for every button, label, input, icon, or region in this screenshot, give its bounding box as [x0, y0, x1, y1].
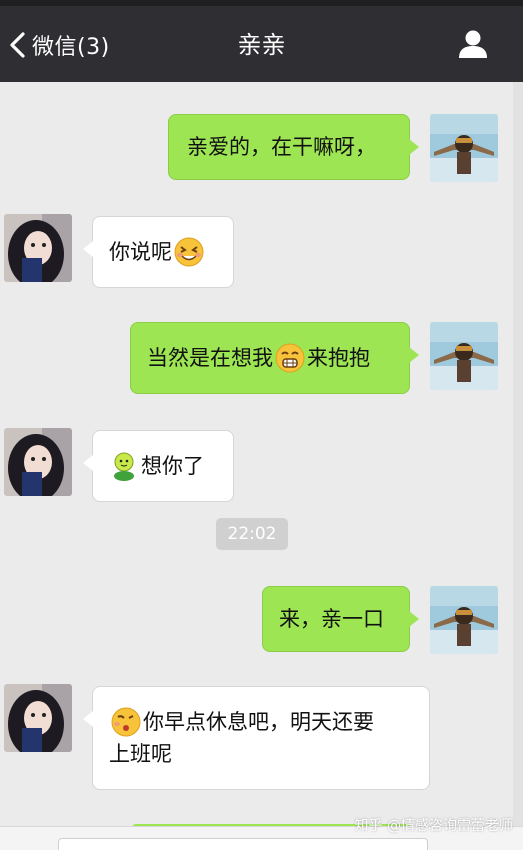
message-text: 亲爱的，在干嘛呀， [187, 135, 376, 159]
contact-profile-icon[interactable] [457, 28, 489, 60]
my-avatar[interactable] [430, 586, 498, 654]
kissing-emoji-icon [111, 707, 141, 737]
message-bubble-received[interactable]: 想你了 [83, 430, 234, 502]
smiling-heart-eyes-emoji-icon [174, 237, 204, 267]
watermark: 知乎 @情感咨询雷蕾老师 [354, 818, 513, 834]
contact-avatar-image [4, 428, 72, 496]
message-text: 想你了 [141, 454, 204, 478]
message-bubble-received[interactable]: 你说呢 [83, 216, 234, 288]
grinning-emoji-icon [275, 343, 305, 373]
scroll-gutter [513, 82, 523, 850]
message-text-line1: 你早点休息吧，明天还要 [143, 710, 374, 734]
message-text-before: 当然是在想我 [147, 346, 273, 370]
my-avatar-image [430, 114, 498, 182]
message-text-line2: 上班呢 [109, 742, 172, 766]
my-avatar-image [430, 586, 498, 654]
chat-title: 亲亲 [237, 31, 286, 59]
message-bubble-sent[interactable]: 来，亲一口 [262, 586, 419, 652]
message-text: 来，亲一口 [279, 607, 384, 631]
my-avatar[interactable] [430, 322, 498, 390]
message-text-after: 来抱抱 [307, 346, 370, 370]
message-text: 你说呢 [109, 240, 172, 264]
message-bubble-received[interactable]: 你早点休息吧，明天还要 上班呢 [83, 686, 430, 790]
message-bubble-sent[interactable]: 当然是在想我 来抱抱 [130, 322, 419, 394]
contact-avatar[interactable] [4, 428, 72, 496]
message-input[interactable] [58, 838, 428, 850]
status-bar [0, 0, 523, 6]
my-avatar-image [430, 322, 498, 390]
message-bubble-sent[interactable]: 亲爱的，在干嘛呀， [168, 114, 419, 180]
timestamp-badge: 22:02 [216, 518, 288, 550]
contact-avatar[interactable] [4, 214, 72, 282]
chat-header: 微信(3) 亲亲 [0, 0, 523, 82]
contact-avatar-image [4, 214, 72, 282]
contact-avatar[interactable] [4, 684, 72, 752]
contact-avatar-image [4, 684, 72, 752]
green-figure-emoji-icon [114, 452, 134, 481]
my-avatar[interactable] [430, 114, 498, 182]
